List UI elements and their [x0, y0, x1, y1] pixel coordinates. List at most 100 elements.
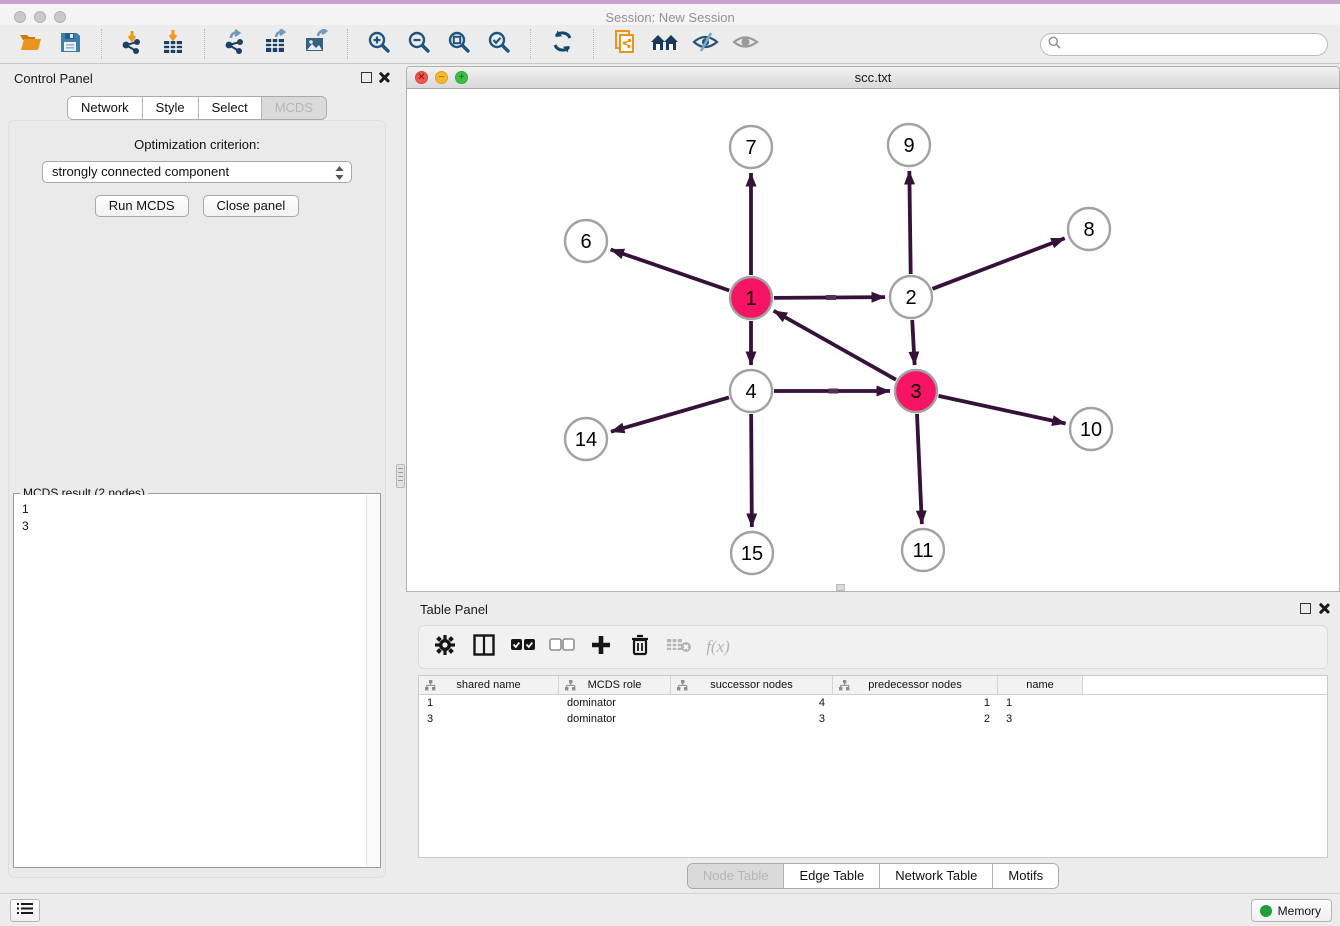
create-column-button[interactable]	[585, 632, 617, 662]
zoom-in-button[interactable]	[365, 30, 393, 58]
import-table-button[interactable]	[159, 30, 187, 58]
task-history-button[interactable]	[10, 899, 40, 922]
tab-select[interactable]: Select	[198, 97, 261, 119]
table-row[interactable]: 3 dominator 3 2 3	[419, 711, 1327, 727]
table-row[interactable]: 1 dominator 4 1 1	[419, 695, 1327, 711]
hide-panel-button[interactable]	[691, 30, 719, 58]
show-columns-button[interactable]	[468, 632, 500, 662]
close-window-button[interactable]	[14, 11, 26, 23]
graph-edge-4-15[interactable]	[751, 414, 752, 527]
delete-table-button[interactable]	[663, 632, 695, 662]
graph-edge-2-3[interactable]	[912, 320, 914, 365]
graph-edge-3-11[interactable]	[917, 414, 922, 524]
column-header-name[interactable]: name	[998, 676, 1083, 694]
vertical-splitter-handle[interactable]	[396, 464, 405, 488]
network-minimize-button[interactable]: −	[435, 71, 448, 84]
zoom-out-icon	[406, 29, 432, 60]
table-panel-title: Table Panel	[420, 602, 488, 617]
tab-motifs[interactable]: Motifs	[992, 864, 1058, 888]
graph-edge-3-1[interactable]	[774, 311, 896, 380]
table-tabbar: Node Table Edge Table Network Table Moti…	[406, 863, 1340, 889]
network-window-title: scc.txt	[407, 67, 1339, 88]
table-settings-button[interactable]	[429, 632, 461, 662]
checked-boxes-icon	[510, 638, 536, 657]
home-button[interactable]	[651, 30, 679, 58]
graph-node-label: 7	[745, 137, 756, 159]
export-image-button[interactable]	[302, 30, 330, 58]
network-graph[interactable]: 7968124314101511	[407, 89, 1339, 591]
network-maximize-button[interactable]: +	[455, 71, 468, 84]
open-session-button[interactable]	[16, 30, 44, 58]
export-table-icon	[263, 29, 289, 60]
tab-mcds[interactable]: MCDS	[261, 97, 326, 119]
zoom-fit-icon	[446, 29, 472, 60]
unchecked-boxes-icon	[549, 638, 575, 657]
graph-node-label: 10	[1080, 419, 1102, 441]
graph-node-label: 15	[741, 543, 763, 565]
search-input[interactable]	[1066, 37, 1316, 52]
tab-edge-table[interactable]: Edge Table	[783, 864, 879, 888]
refresh-button[interactable]	[548, 30, 576, 58]
mcds-result-scrollbar[interactable]	[366, 495, 379, 866]
columns-icon	[472, 633, 496, 662]
graph-node-label: 3	[910, 381, 921, 403]
eye-slash-icon	[692, 30, 719, 59]
network-close-button[interactable]: ✕	[415, 71, 428, 84]
run-mcds-button[interactable]: Run MCDS	[95, 195, 189, 217]
criterion-select-value: strongly connected component	[52, 164, 229, 179]
mcds-result-line: 1	[22, 501, 366, 518]
zoom-selected-button[interactable]	[485, 30, 513, 58]
column-header-mcds-role[interactable]: MCDS role	[559, 676, 671, 694]
column-header-successor-nodes[interactable]: successor nodes	[671, 676, 833, 694]
column-header-predecessor-nodes[interactable]: predecessor nodes	[833, 676, 998, 694]
zoom-selected-icon	[486, 29, 512, 60]
table-toolbar: f(x)	[418, 625, 1328, 669]
mcds-result-list[interactable]: 1 3	[15, 495, 366, 866]
delete-columns-button[interactable]	[624, 632, 656, 662]
refresh-icon	[550, 29, 575, 59]
close-table-panel-icon[interactable]	[1317, 602, 1330, 615]
deselect-all-rows-button[interactable]	[546, 632, 578, 662]
graph-edge-1-6[interactable]	[611, 249, 730, 290]
export-table-button[interactable]	[262, 30, 290, 58]
import-network-button[interactable]	[119, 30, 147, 58]
float-table-panel-icon[interactable]	[1300, 603, 1311, 614]
status-bar: Memory	[0, 893, 1340, 926]
graph-edge-3-10[interactable]	[938, 396, 1065, 424]
float-panel-icon[interactable]	[361, 72, 372, 83]
tab-style[interactable]: Style	[142, 97, 198, 119]
search-field[interactable]	[1040, 33, 1328, 56]
tab-network[interactable]: Network	[68, 97, 142, 119]
graph-node-label: 11	[913, 540, 934, 562]
tab-network-table[interactable]: Network Table	[879, 864, 992, 888]
close-panel-button[interactable]: Close panel	[203, 195, 300, 217]
clone-network-button[interactable]	[611, 30, 639, 58]
memory-button[interactable]: Memory	[1251, 899, 1332, 922]
function-builder-button[interactable]: f(x)	[702, 632, 734, 662]
column-header-shared-name[interactable]: shared name	[419, 676, 559, 694]
control-panel-title: Control Panel	[14, 71, 93, 86]
zoom-fit-button[interactable]	[445, 30, 473, 58]
network-canvas[interactable]: 7968124314101511	[407, 89, 1339, 591]
graph-edge-4-14[interactable]	[611, 397, 729, 431]
graph-node-label: 1	[745, 288, 756, 310]
zoom-out-button[interactable]	[405, 30, 433, 58]
export-network-icon	[223, 29, 249, 60]
horizontal-splitter-handle[interactable]	[836, 584, 845, 591]
select-all-rows-button[interactable]	[507, 632, 539, 662]
save-floppy-icon	[58, 30, 82, 59]
minimize-window-button[interactable]	[34, 11, 46, 23]
graph-edge-2-8[interactable]	[932, 238, 1064, 289]
tab-node-table[interactable]: Node Table	[688, 864, 784, 888]
table-panel: Table Panel f(x) shared name MCDS ro	[406, 595, 1340, 892]
node-table[interactable]: shared name MCDS role successor nodes pr…	[418, 675, 1328, 858]
zoom-window-button[interactable]	[54, 11, 66, 23]
graph-edge-2-9[interactable]	[909, 171, 910, 274]
control-panel-header: Control Panel	[0, 64, 394, 92]
criterion-select[interactable]: strongly connected component	[42, 161, 352, 183]
network-window-titlebar[interactable]: scc.txt ✕ − +	[407, 67, 1339, 89]
save-session-button[interactable]	[56, 30, 84, 58]
close-panel-icon[interactable]	[377, 71, 390, 84]
show-panel-button[interactable]	[731, 30, 759, 58]
export-network-button[interactable]	[222, 30, 250, 58]
